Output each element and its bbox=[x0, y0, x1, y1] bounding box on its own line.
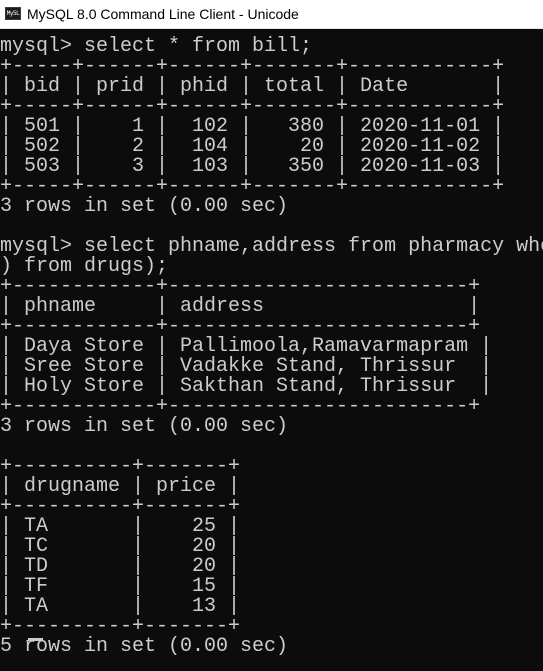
console-line: +----------+-------+ bbox=[0, 615, 241, 638]
console-line: | phname | address | bbox=[0, 295, 481, 318]
console-line: | 503 | 3 | 103 | 350 | 2020-11-03 | bbox=[0, 155, 505, 178]
console-line: +----------+-------+ bbox=[0, 455, 241, 478]
text-cursor bbox=[28, 638, 43, 641]
mysql-console-icon: My5L bbox=[5, 7, 21, 20]
console-line: 3 rows in set (0.00 sec) bbox=[0, 195, 289, 218]
console-line: mysql> select * from bill; bbox=[0, 35, 313, 58]
console-line: 3 rows in set (0.00 sec) bbox=[0, 415, 289, 438]
console-line: +-----+------+------+-------+-----------… bbox=[0, 95, 505, 118]
console-line: | Holy Store | Sakthan Stand, Thrissur | bbox=[0, 375, 493, 398]
console-line: +-----+------+------+-------+-----------… bbox=[0, 55, 505, 78]
console-line: +-----+------+------+-------+-----------… bbox=[0, 175, 505, 198]
console-line: +------------+-------------------------+ bbox=[0, 395, 481, 418]
console-line: +------------+-------------------------+ bbox=[0, 275, 481, 298]
console-line: mysql> select phname,address from pharma… bbox=[0, 235, 543, 258]
console-window: My5L MySQL 8.0 Command Line Client - Uni… bbox=[0, 0, 543, 671]
console-line: +------------+-------------------------+ bbox=[0, 315, 481, 338]
console-line: | 501 | 1 | 102 | 380 | 2020-11-01 | bbox=[0, 115, 505, 138]
console-line: | drugname | price | bbox=[0, 475, 241, 498]
title-bar[interactable]: My5L MySQL 8.0 Command Line Client - Uni… bbox=[0, 0, 543, 29]
console-line: | TA | 13 | bbox=[0, 595, 241, 618]
console-line: | Daya Store | Pallimoola,Ramavarmapram … bbox=[0, 335, 493, 358]
console-line: | bid | prid | phid | total | Date | bbox=[0, 75, 505, 98]
console-line: +----------+-------+ bbox=[0, 495, 241, 518]
console-line: ) from drugs); bbox=[0, 255, 169, 278]
console-line: | Sree Store | Vadakke Stand, Thrissur | bbox=[0, 355, 493, 378]
console-line: | 502 | 2 | 104 | 20 | 2020-11-02 | bbox=[0, 135, 505, 158]
console-line: 5 rows in set (0.00 sec) bbox=[0, 635, 289, 658]
console-line: | TF | 15 | bbox=[0, 575, 241, 598]
console-line: | TC | 20 | bbox=[0, 535, 241, 558]
console-line: | TD | 20 | bbox=[0, 555, 241, 578]
console-line: | TA | 25 | bbox=[0, 515, 241, 538]
window-title: MySQL 8.0 Command Line Client - Unicode bbox=[27, 6, 299, 22]
console-output[interactable]: mysql> select * from bill; +-----+------+… bbox=[0, 29, 543, 671]
